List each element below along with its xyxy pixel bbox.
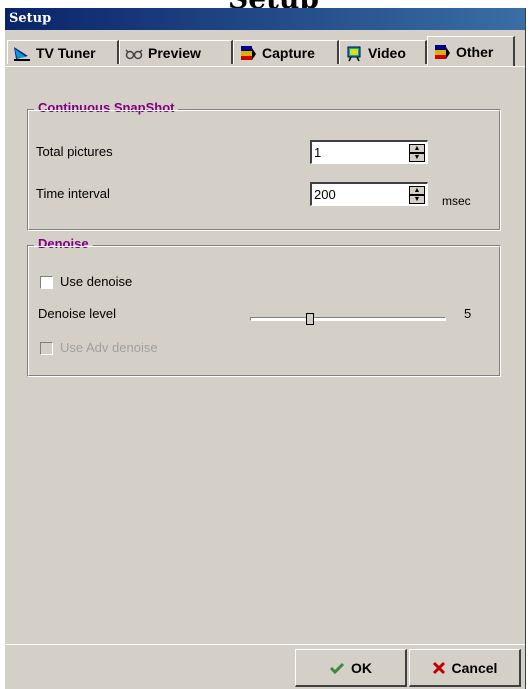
preview-glasses-icon [125, 48, 143, 59]
use-adv-denoise-label: Use Adv denoise [60, 340, 158, 355]
spin-up-icon[interactable]: ▲ [409, 144, 425, 153]
time-interval-spin-buttons: ▲ ▼ [409, 186, 425, 204]
background-window-title-fragment: Setup [0, 0, 530, 8]
continuous-snapshot-group: Continuous SnapShot Total pictures ▲ ▼ T… [27, 100, 501, 231]
button-bar: OK Cancel [5, 644, 525, 689]
tab-label: Capture [262, 44, 315, 61]
background-title-text: Setup [228, 0, 319, 8]
tab-video[interactable]: Video [339, 40, 427, 64]
dialog-title-bar[interactable]: Setup [5, 8, 525, 30]
tab-tv-tuner[interactable]: TV Tuner [7, 40, 119, 64]
time-interval-spinner[interactable]: ▲ ▼ [310, 182, 428, 206]
use-denoise-checkbox[interactable] [40, 276, 53, 289]
tab-other[interactable]: Other [427, 36, 515, 66]
total-pictures-spin-buttons: ▲ ▼ [409, 144, 425, 162]
cancel-label: Cancel [451, 659, 498, 676]
time-interval-label: Time interval [36, 186, 110, 201]
capture-icon [241, 45, 256, 60]
use-adv-denoise-checkbox[interactable] [40, 342, 53, 355]
continuous-snapshot-title: Continuous SnapShot [34, 100, 179, 115]
denoise-group: Denoise Use denoise Denoise level 5 Use … [27, 236, 501, 377]
denoise-level-value: 5 [464, 306, 472, 321]
setup-dialog: Setup TV Tuner Preview Capture Video Oth… [4, 8, 526, 689]
ok-button[interactable]: OK [295, 649, 407, 687]
tab-capture[interactable]: Capture [233, 40, 339, 64]
denoise-level-slider-track[interactable] [250, 317, 446, 321]
dialog-title: Setup [9, 11, 52, 26]
video-icon [347, 46, 361, 61]
time-interval-unit: msec [442, 194, 471, 208]
spin-down-icon[interactable]: ▼ [409, 153, 425, 162]
denoise-title: Denoise [34, 236, 93, 251]
use-denoise-label[interactable]: Use denoise [60, 274, 132, 289]
tab-label: Preview [148, 44, 201, 61]
other-icon [435, 44, 450, 59]
cancel-button[interactable]: Cancel [409, 649, 521, 687]
checkmark-icon [329, 662, 345, 674]
tab-label: TV Tuner [36, 44, 96, 61]
tab-label: Other [456, 43, 494, 60]
total-pictures-input[interactable] [312, 144, 406, 161]
denoise-level-label: Denoise level [38, 306, 117, 321]
denoise-level-slider-thumb[interactable] [306, 313, 314, 325]
spin-down-icon[interactable]: ▼ [409, 195, 425, 204]
close-icon [432, 661, 445, 674]
ok-label: OK [351, 659, 372, 676]
total-pictures-label: Total pictures [36, 144, 113, 159]
other-tab-panel: Continuous SnapShot Total pictures ▲ ▼ T… [5, 66, 525, 644]
time-interval-input[interactable] [312, 186, 406, 203]
total-pictures-spinner[interactable]: ▲ ▼ [310, 140, 428, 164]
spin-up-icon[interactable]: ▲ [409, 186, 425, 195]
tab-preview[interactable]: Preview [119, 40, 233, 64]
tab-label: Video [368, 44, 406, 61]
tv-tuner-icon [14, 46, 30, 61]
